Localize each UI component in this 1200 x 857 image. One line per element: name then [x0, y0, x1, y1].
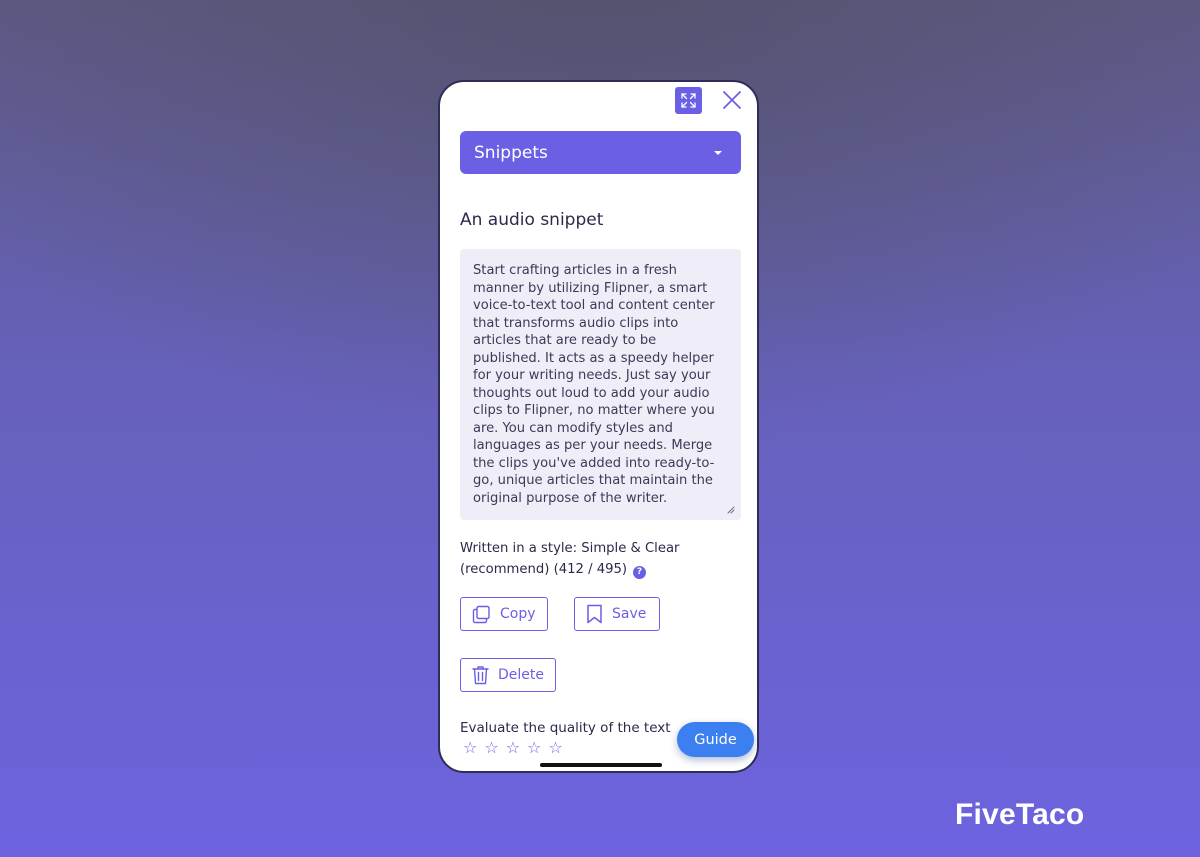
rating-prompt: Evaluate the quality of the text	[460, 720, 671, 736]
bookmark-icon	[587, 604, 602, 624]
snippet-title: An audio snippet	[460, 210, 604, 230]
star-icon-1[interactable]: ☆	[463, 739, 477, 757]
expand-arrows-icon	[681, 93, 696, 108]
style-note-text: Written in a style: Simple & Clear (reco…	[460, 541, 680, 577]
help-icon[interactable]: ?	[633, 566, 647, 579]
save-label: Save	[612, 606, 647, 622]
trash-icon	[472, 666, 489, 685]
style-info: Written in a style: Simple & Clear (reco…	[460, 538, 740, 580]
star-icon-5[interactable]: ☆	[548, 739, 562, 757]
expand-button[interactable]	[675, 87, 702, 114]
close-button[interactable]	[720, 88, 744, 112]
guide-button[interactable]: Guide	[677, 722, 754, 757]
snippet-text-area[interactable]: Start crafting articles in a fresh manne…	[460, 249, 741, 520]
star-icon-4[interactable]: ☆	[527, 739, 541, 757]
star-icon-3[interactable]: ☆	[506, 739, 520, 757]
resize-handle-icon[interactable]	[726, 505, 735, 514]
snippets-dropdown[interactable]: Snippets	[460, 131, 741, 174]
copy-button[interactable]: Copy	[460, 597, 548, 631]
dropdown-selected-label: Snippets	[474, 142, 548, 163]
copy-label: Copy	[500, 606, 536, 622]
brand-logo: FiveTaco	[955, 798, 1085, 831]
copy-icon	[472, 605, 490, 623]
star-icon-2[interactable]: ☆	[484, 739, 498, 757]
home-indicator	[540, 763, 662, 767]
star-rating[interactable]: ☆ ☆ ☆ ☆ ☆	[463, 739, 563, 757]
caret-down-icon	[714, 150, 722, 155]
app-panel: Snippets An audio snippet Start crafting…	[438, 80, 759, 773]
snippet-body-text: Start crafting articles in a fresh manne…	[473, 263, 715, 506]
save-button[interactable]: Save	[574, 597, 660, 631]
delete-label: Delete	[498, 667, 544, 683]
delete-button[interactable]: Delete	[460, 658, 556, 692]
close-x-icon	[723, 91, 741, 109]
